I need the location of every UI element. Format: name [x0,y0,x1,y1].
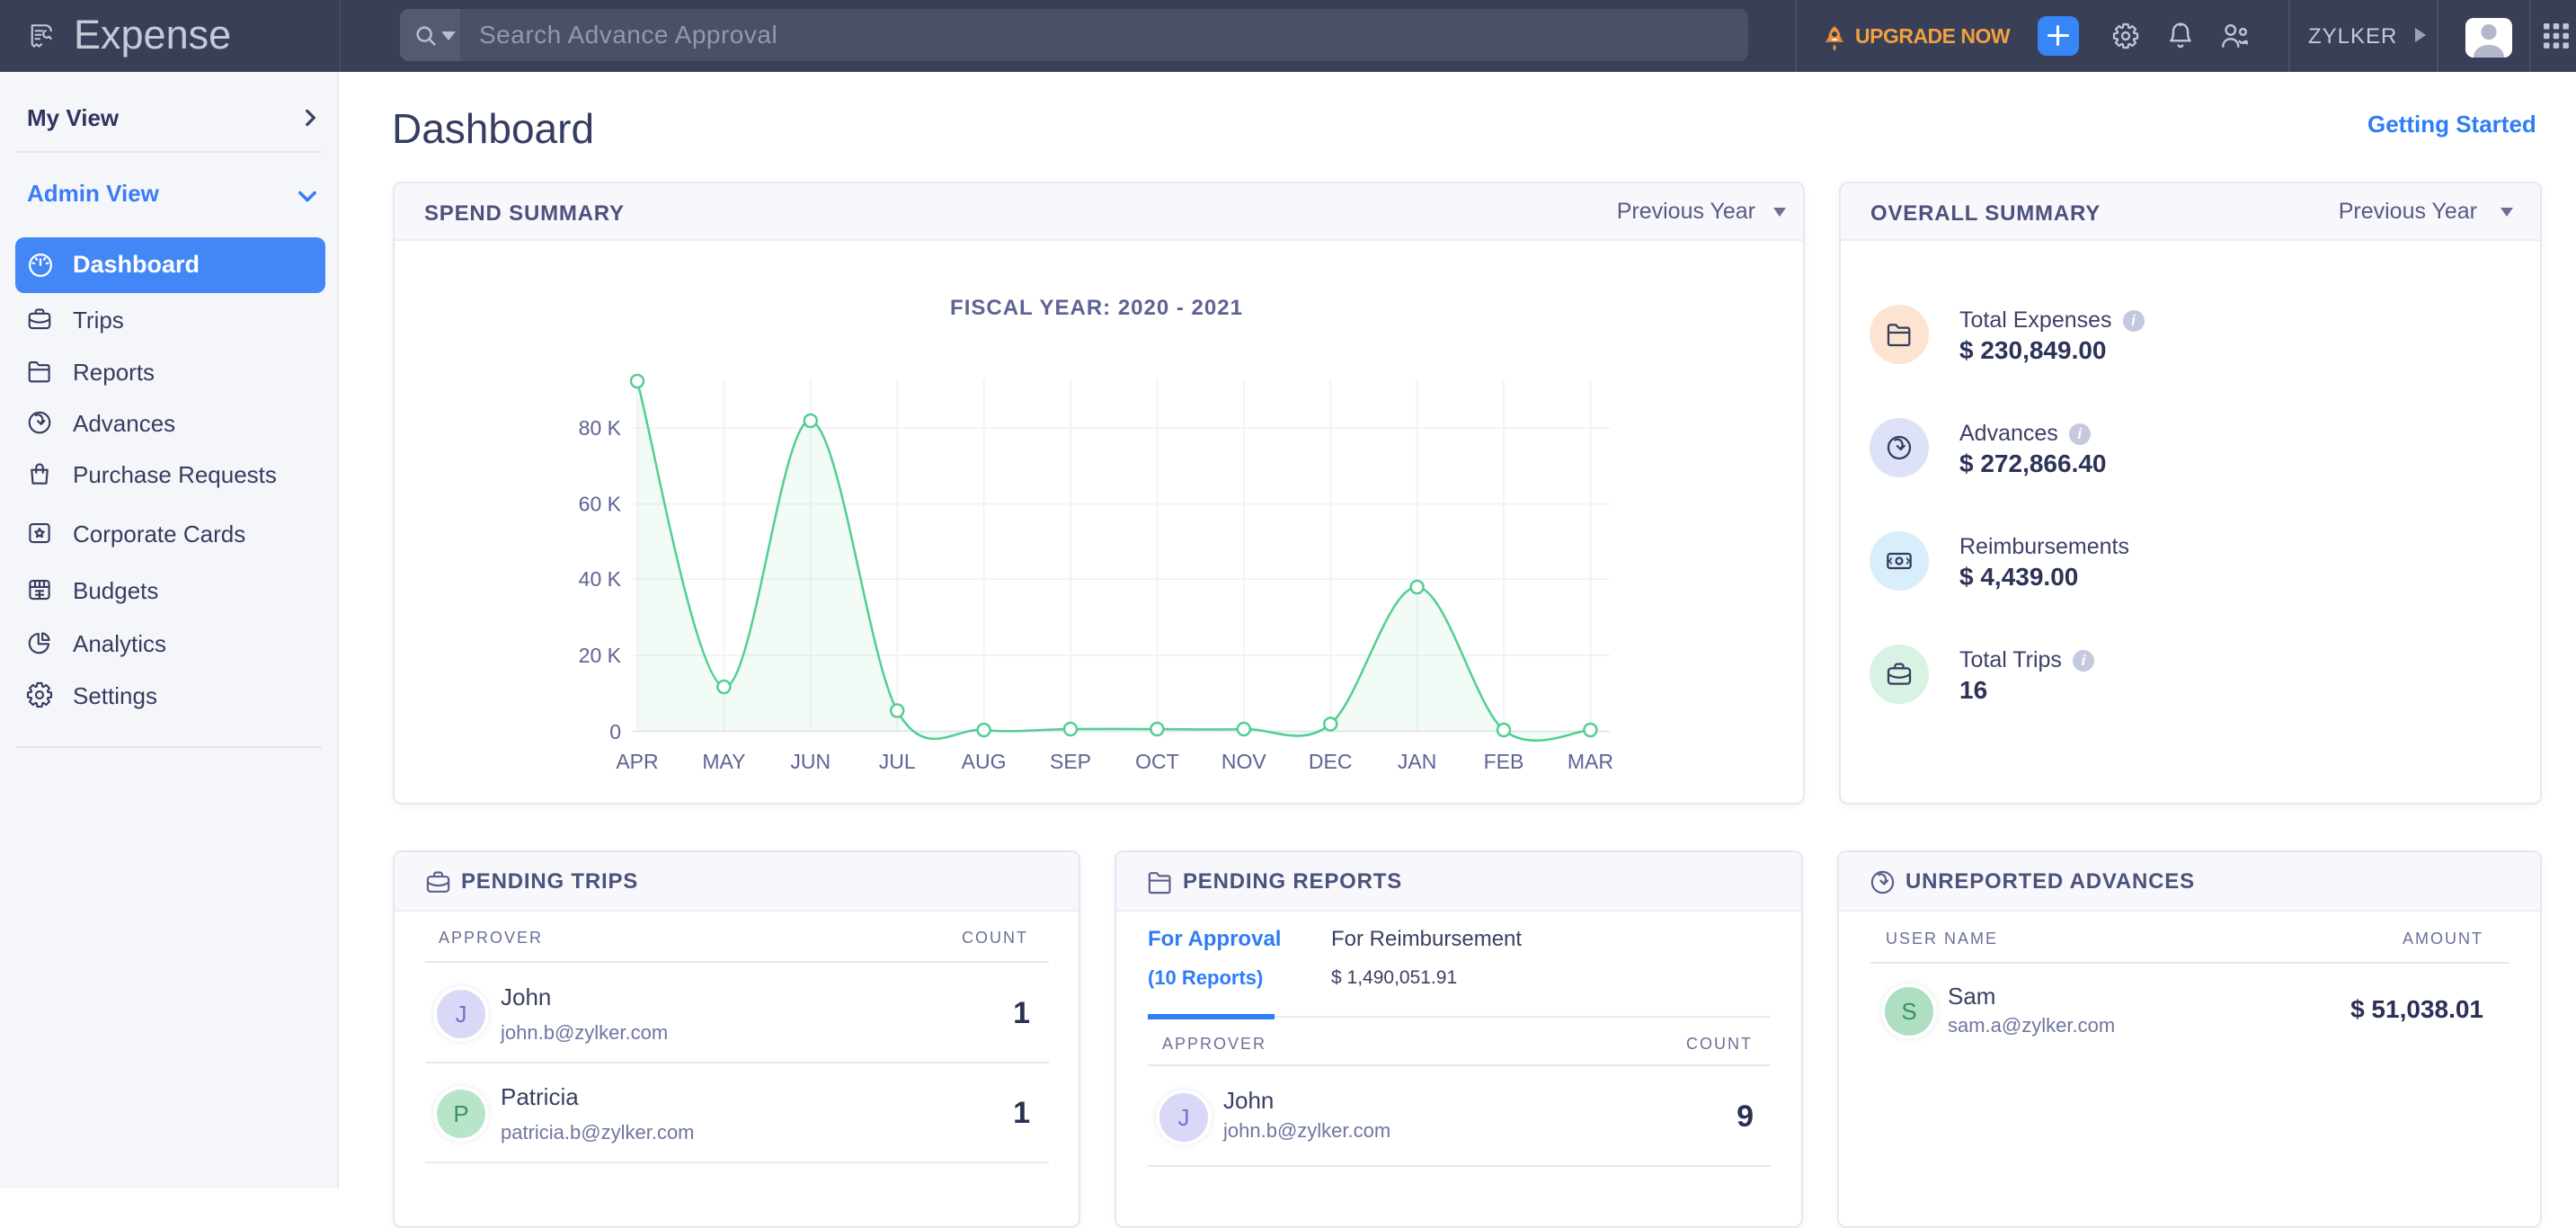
svg-text:60 K: 60 K [579,493,622,516]
svg-text:40 K: 40 K [579,567,622,591]
svg-text:MAY: MAY [702,750,745,773]
svg-text:NOV: NOV [1221,750,1267,773]
svg-text:20 K: 20 K [579,644,622,667]
svg-text:APR: APR [616,750,658,773]
svg-text:JAN: JAN [1398,750,1436,773]
svg-text:DEC: DEC [1309,750,1353,773]
svg-text:OCT: OCT [1135,750,1179,773]
svg-text:SEP: SEP [1050,750,1091,773]
svg-text:FEB: FEB [1484,750,1524,773]
svg-text:MAR: MAR [1568,750,1613,773]
svg-text:JUL: JUL [879,750,916,773]
svg-text:AUG: AUG [962,750,1007,773]
svg-text:JUN: JUN [790,750,831,773]
svg-text:0: 0 [609,720,621,743]
svg-text:80 K: 80 K [579,416,622,440]
svg-text:FISCAL YEAR: 2020 - 2021: FISCAL YEAR: 2020 - 2021 [950,296,1243,320]
